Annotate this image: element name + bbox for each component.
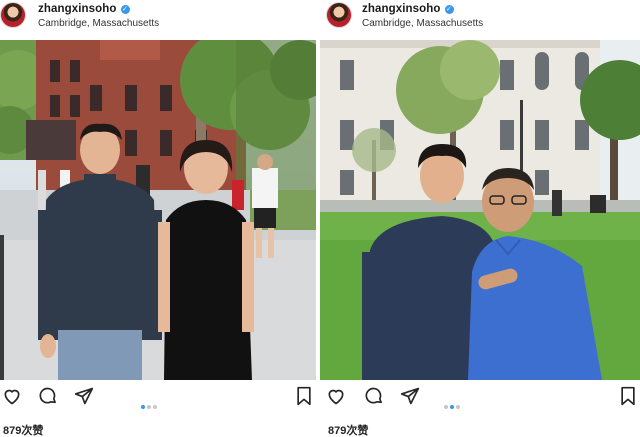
- likes-count[interactable]: 879次赞: [3, 422, 43, 437]
- heart-icon[interactable]: [2, 386, 22, 411]
- carousel-dot: [153, 405, 157, 409]
- post-photo[interactable]: [320, 40, 640, 380]
- post-1: zhangxinsoho✓ Cambridge, Massachusetts: [0, 0, 320, 437]
- share-icon[interactable]: [74, 386, 94, 411]
- verified-badge-icon: ✓: [120, 5, 130, 14]
- comment-icon[interactable]: [38, 386, 58, 411]
- campus-photo: [320, 40, 640, 380]
- comment-icon[interactable]: [364, 386, 384, 411]
- post-actions: [0, 386, 320, 416]
- username-link[interactable]: zhangxinsoho ✓: [362, 3, 454, 15]
- likes-count[interactable]: 879次赞: [328, 422, 368, 437]
- verified-badge-icon: ✓: [444, 5, 454, 14]
- bookmark-icon[interactable]: [294, 386, 314, 411]
- heart-icon[interactable]: [326, 386, 346, 411]
- carousel-dot: [147, 405, 151, 409]
- share-icon[interactable]: [400, 386, 420, 411]
- location-link[interactable]: Cambridge, Massachusetts: [362, 18, 483, 29]
- post-header: zhangxinsoho ✓ Cambridge, Massachusetts: [320, 0, 640, 38]
- post-2: zhangxinsoho✓ Cambridge, Massachusetts: [320, 0, 640, 437]
- carousel-dot: [450, 405, 454, 409]
- carousel-dot: [456, 405, 460, 409]
- carousel-indicator: [444, 396, 462, 414]
- username-text[interactable]: zhangxinsoho: [38, 3, 117, 15]
- post-header: zhangxinsoho ✓ Cambridge, Massachusetts: [0, 0, 320, 38]
- carousel-dot: [444, 405, 448, 409]
- carousel-dot: [141, 405, 145, 409]
- location-link[interactable]: Cambridge, Massachusetts: [38, 18, 159, 29]
- campus-photo: [0, 40, 316, 380]
- carousel-indicator: [141, 396, 159, 414]
- post-actions: [320, 386, 640, 416]
- profile-avatar[interactable]: [0, 2, 26, 28]
- profile-avatar[interactable]: [326, 2, 352, 28]
- bookmark-icon[interactable]: [618, 386, 638, 411]
- username-text[interactable]: zhangxinsoho: [362, 3, 441, 15]
- post-photo[interactable]: [0, 40, 316, 380]
- username-link[interactable]: zhangxinsoho ✓: [38, 3, 130, 15]
